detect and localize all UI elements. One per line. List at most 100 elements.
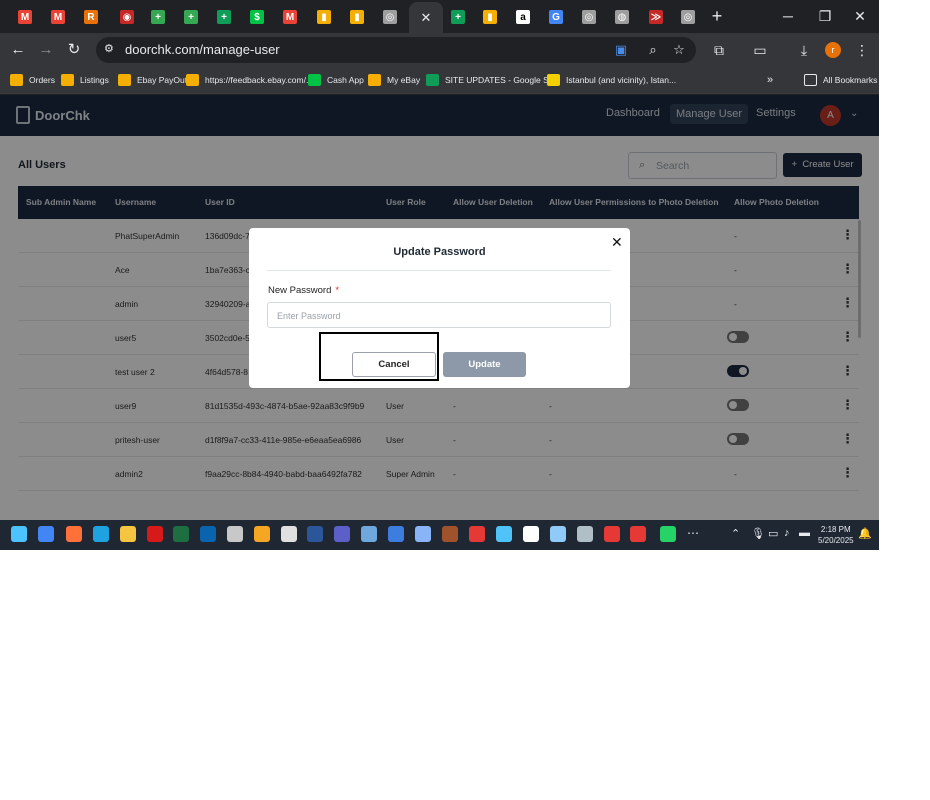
bookmark-item[interactable]: SITE UPDATES - Google Sh... (426, 72, 561, 88)
browser-tab[interactable]: M (279, 6, 301, 28)
app-icon[interactable] (281, 526, 297, 542)
browser-tab[interactable]: + (213, 6, 235, 28)
clock[interactable]: 2:18 PM 5/20/2025 (818, 524, 854, 546)
cancel-button[interactable]: Cancel (352, 352, 436, 377)
app-icon[interactable] (415, 526, 431, 542)
browser-tab[interactable]: ◉ (116, 6, 138, 28)
bookmark-item[interactable]: Istanbul (and vicinity), Istan... (547, 72, 676, 88)
app-icon[interactable] (469, 526, 485, 542)
app-icon[interactable] (361, 526, 377, 542)
bookmark-item[interactable]: Ebay PayOut (118, 72, 187, 88)
translate-icon[interactable]: ▣ (612, 41, 630, 59)
browser-tab[interactable]: ≫ (645, 6, 667, 28)
app-icon[interactable] (442, 526, 458, 542)
restore-button[interactable]: ❐ (813, 6, 837, 26)
forward-button[interactable]: → (35, 39, 57, 61)
app-icon[interactable] (388, 526, 404, 542)
close-icon[interactable]: ✕ (611, 234, 623, 251)
close-window-button[interactable]: ✕ (848, 6, 872, 26)
bookmark-favicon-icon (10, 74, 23, 86)
reload-button[interactable]: ↻ (63, 39, 85, 61)
app-icon[interactable] (496, 526, 512, 542)
windows-start-icon[interactable] (11, 526, 27, 542)
password-placeholder: Enter Password (277, 311, 341, 321)
notification-icon[interactable]: 🔔 (858, 527, 872, 540)
browser-tab[interactable]: ◎ (379, 6, 401, 28)
volume-icon[interactable]: ♪ (784, 527, 790, 539)
outlook-icon[interactable] (200, 526, 216, 542)
opera-icon[interactable] (147, 526, 163, 542)
browser-tab[interactable]: ▮ (346, 6, 368, 28)
clock-date: 5/20/2025 (818, 536, 854, 545)
bookmark-label: Orders (29, 75, 55, 85)
browser-tab[interactable]: ▮ (479, 6, 501, 28)
browser-tab[interactable]: G (545, 6, 567, 28)
excel-icon[interactable] (173, 526, 189, 542)
bookmark-item[interactable]: Listings (61, 72, 109, 88)
bookmark-item[interactable]: https://feedback.ebay.com/... (186, 72, 313, 88)
all-bookmarks-label: All Bookmarks (823, 75, 878, 85)
app-icon[interactable] (523, 526, 539, 542)
app-icon[interactable] (630, 526, 646, 542)
address-bar[interactable]: ⚙ doorchk.com/manage-user ▣ ⌕ ☆ (96, 37, 696, 63)
all-bookmarks[interactable]: All Bookmarks (804, 72, 877, 88)
taskbar: ⋯ ⌃ 🎙 ▭ ♪ ▬ 2:18 PM 5/20/2025 🔔 (0, 520, 879, 550)
browser-tab[interactable]: R (80, 6, 102, 28)
browser-tab[interactable]: ◍ (611, 6, 633, 28)
site-info-icon[interactable]: ⚙ (104, 42, 118, 56)
browser-tab[interactable]: M (47, 6, 69, 28)
close-icon[interactable]: ✕ (421, 10, 432, 26)
browser-tab[interactable]: ▮ (313, 6, 335, 28)
bookmark-favicon-icon (308, 74, 321, 86)
file-explorer-icon[interactable] (120, 526, 136, 542)
taskview-icon[interactable] (227, 526, 243, 542)
browser-tab[interactable]: ◎ (578, 6, 600, 28)
bookmark-item[interactable]: Cash App (308, 72, 364, 88)
firefox-icon[interactable] (66, 526, 82, 542)
tab-strip: M M R ◉ + + + $ M ▮ ▮ ◎ ✕ + ▮ a G ◎ ◍ ≫ ◎ + ─ ❐ ✕ (0, 0, 879, 33)
whatsapp-icon[interactable] (660, 526, 676, 542)
browser-tab[interactable]: + (447, 6, 469, 28)
new-password-input[interactable]: Enter Password (267, 302, 611, 328)
browser-tab[interactable]: $ (246, 6, 268, 28)
zoom-icon[interactable]: ⌕ (644, 41, 662, 59)
app-icon[interactable] (604, 526, 620, 542)
display-icon[interactable]: ▭ (768, 527, 778, 540)
browser-tab[interactable]: a (512, 6, 534, 28)
bookmark-item[interactable]: My eBay (368, 72, 420, 88)
chevron-up-icon[interactable]: ⌃ (731, 527, 740, 540)
new-tab-button[interactable]: + (708, 6, 726, 26)
profile-avatar[interactable]: r (825, 42, 841, 58)
bookmark-favicon-icon (368, 74, 381, 86)
microphone-icon[interactable]: 🎙 (751, 527, 765, 540)
bookmark-item[interactable]: Orders (10, 72, 55, 88)
back-button[interactable]: ← (7, 39, 29, 61)
plus-app-icon: + (151, 10, 165, 24)
extensions-icon[interactable]: ⧉ (709, 40, 729, 60)
bookmark-label: SITE UPDATES - Google Sh... (445, 75, 561, 85)
app-icon[interactable] (254, 526, 270, 542)
more-icon[interactable]: ⋯ (687, 526, 703, 542)
download-icon[interactable]: ⤓ (794, 40, 814, 60)
tab-search-icon[interactable]: ▭ (750, 40, 770, 60)
teams-icon[interactable] (334, 526, 350, 542)
chrome-icon: ◍ (615, 10, 629, 24)
app-icon: ≫ (649, 10, 663, 24)
update-button[interactable]: Update (443, 352, 526, 377)
chrome-icon[interactable] (38, 526, 54, 542)
browser-tab[interactable]: ✕ (409, 2, 443, 33)
browser-tab[interactable]: + (147, 6, 169, 28)
browser-tab[interactable]: M (14, 6, 36, 28)
record-icon: ◉ (120, 10, 134, 24)
word-icon[interactable] (307, 526, 323, 542)
browser-tab[interactable]: + (180, 6, 202, 28)
app-icon[interactable] (577, 526, 593, 542)
more-bookmarks-icon[interactable]: » (767, 72, 773, 88)
minimize-button[interactable]: ─ (776, 6, 800, 26)
battery-icon[interactable]: ▬ (799, 527, 810, 539)
app-icon[interactable] (550, 526, 566, 542)
bookmark-star-icon[interactable]: ☆ (670, 41, 688, 59)
browser-menu-icon[interactable]: ⋮ (852, 40, 872, 60)
edge-icon[interactable] (93, 526, 109, 542)
browser-tab[interactable]: ◎ (677, 6, 699, 28)
